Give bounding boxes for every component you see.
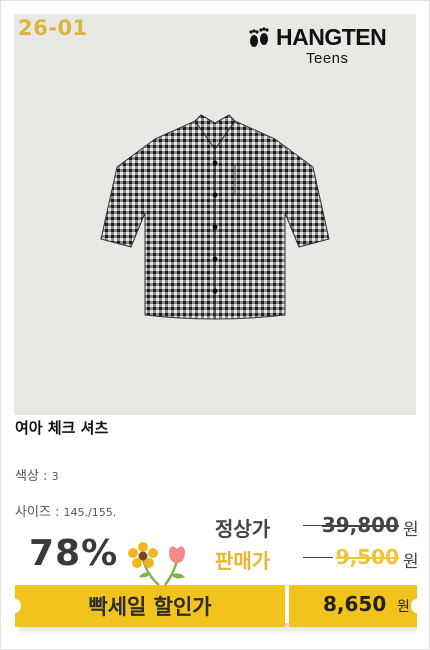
sale-price-unit: 원 — [403, 552, 419, 572]
sale-price-label: 판매가 — [215, 549, 271, 573]
product-card[interactable]: 26-01 HANGTEN Teens 여아 체크 셔츠 색상: 3 사이즈 … — [0, 0, 430, 650]
discount-rate: 78% — [29, 533, 119, 574]
product-code: 26-01 — [18, 16, 88, 40]
final-price-badge[interactable]: 8,650 원 — [289, 585, 423, 627]
regular-price-value: 39,800 — [321, 513, 399, 537]
sale-price-row: 판매가 9,500 원 — [215, 545, 425, 573]
footprint-icon — [249, 27, 269, 47]
product-image[interactable]: 26-01 HANGTEN Teens — [14, 14, 416, 415]
product-name[interactable]: 여아 체크 셔츠 — [15, 417, 108, 438]
shirt-illustration — [100, 114, 330, 320]
sale-price-value: 9,500 — [335, 545, 399, 569]
flash-sale-label: 빡세일 할인가 — [88, 595, 212, 619]
final-price-unit: 원 — [397, 599, 410, 615]
regular-price-label: 정상가 — [215, 517, 271, 541]
brand-logo: HANGTEN Teens — [246, 22, 406, 72]
color-label: 색상 : — [15, 469, 48, 484]
final-price-value: 8,650 — [323, 592, 387, 616]
regular-price-row: 정상가 39,800 원 — [215, 513, 425, 541]
color-value: 3 — [51, 470, 59, 483]
brand-name: HANGTEN — [276, 24, 387, 50]
regular-price-unit: 원 — [403, 520, 419, 540]
banner-notch — [411, 599, 423, 613]
brand-sub: Teens — [306, 50, 349, 67]
flash-sale-banner[interactable]: 빡세일 할인가 — [9, 585, 285, 627]
color-attribute: 색상 : 3 — [15, 465, 59, 484]
size-label: 사이즈 : — [15, 505, 60, 520]
size-value: 145./155. — [63, 506, 117, 519]
size-attribute: 사이즈 : 145./155. — [15, 501, 116, 520]
flower-icon — [128, 542, 185, 586]
